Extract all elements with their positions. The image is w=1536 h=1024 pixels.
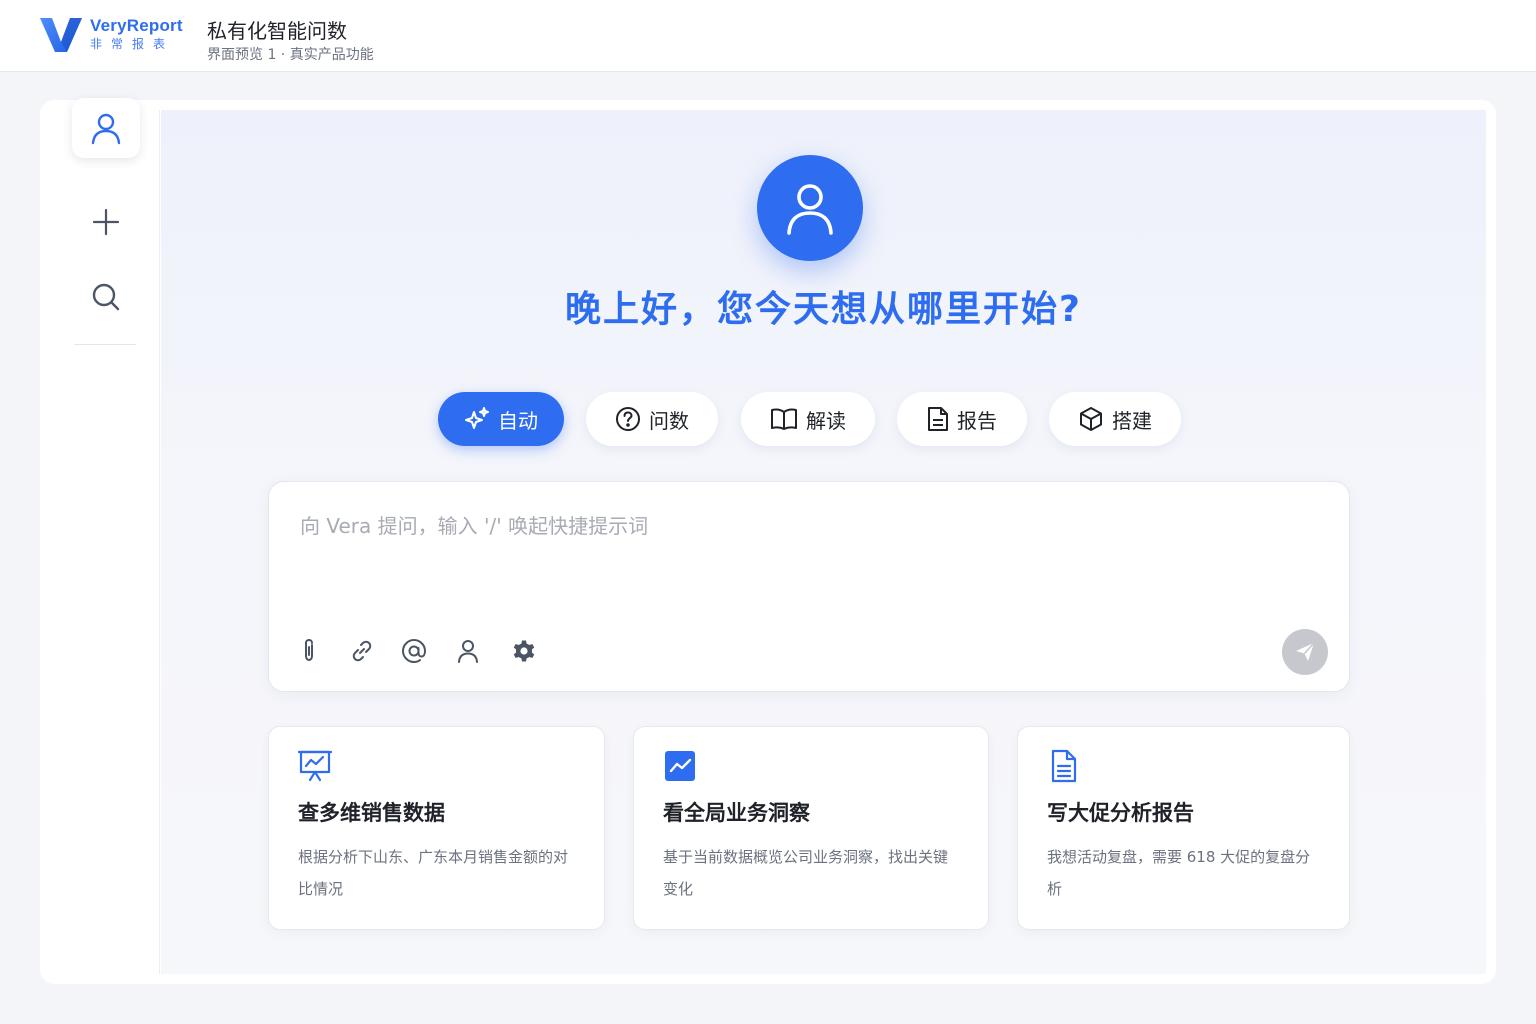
link-icon: [352, 640, 372, 662]
book-icon: [771, 408, 797, 430]
mode-label: 问数: [649, 408, 689, 433]
page-subtitle: 界面预览 1 · 真实产品功能: [207, 47, 374, 63]
sidebar-divider: [74, 344, 136, 345]
attach-button[interactable]: [294, 636, 324, 666]
mode-report[interactable]: 报告: [897, 392, 1027, 446]
report-document-icon: [1051, 749, 1077, 783]
suggestion-card[interactable]: 查多维销售数据 根据分析下山东、广东本月销售金额的对比情况: [268, 726, 605, 930]
page-title: 私有化智能问数: [207, 19, 347, 43]
settings-button[interactable]: [509, 636, 539, 666]
trend-chart-icon: [665, 751, 695, 781]
assistant-avatar: [757, 155, 863, 261]
send-icon: [1296, 642, 1315, 661]
mode-build[interactable]: 搭建: [1049, 392, 1181, 446]
card-description: 基于当前数据概览公司业务洞察，找出关键变化: [663, 848, 949, 898]
search-icon: [92, 283, 120, 311]
suggestion-card[interactable]: 看全局业务洞察 基于当前数据概览公司业务洞察，找出关键变化: [633, 726, 989, 930]
at-icon: [401, 638, 427, 664]
main-content: 晚上好，您今天想从哪里开始? 自动 问数 解读 报告 搭建 向 Vera 提问，…: [161, 110, 1486, 974]
prompt-input[interactable]: [298, 508, 1298, 598]
veryreport-logo: [40, 18, 82, 52]
link-button[interactable]: [347, 636, 377, 666]
user-icon: [458, 640, 478, 663]
cube-icon: [1080, 407, 1102, 431]
app-frame: 晚上好，您今天想从哪里开始? 自动 问数 解读 报告 搭建 向 Vera 提问，…: [40, 98, 1496, 984]
mode-label: 搭建: [1112, 408, 1152, 433]
presentation-chart-icon: [298, 750, 332, 782]
mode-auto[interactable]: 自动: [438, 392, 564, 446]
question-circle-icon: [616, 407, 640, 431]
chat-composer: [268, 481, 1350, 692]
attachment-icon: [305, 638, 313, 662]
card-description: 我想活动复盘，需要 618 大促的复盘分析: [1047, 848, 1311, 898]
sidebar: [50, 98, 160, 974]
sidebar-item-search[interactable]: [72, 267, 140, 327]
sidebar-item-new[interactable]: [72, 192, 140, 252]
greeting-heading: 晚上好，您今天想从哪里开始?: [565, 289, 1082, 330]
card-title: 写大促分析报告: [1047, 801, 1194, 825]
card-title: 看全局业务洞察: [663, 801, 810, 825]
mode-query[interactable]: 问数: [586, 392, 718, 446]
settings-icon: [513, 640, 535, 662]
card-description: 根据分析下山东、广东本月销售金额的对比情况: [298, 848, 569, 898]
top-header: VeryReport 非常报表 私有化智能问数 界面预览 1 · 真实产品功能: [0, 0, 1536, 72]
mode-label: 自动: [498, 408, 538, 433]
sparkle-icon: [465, 407, 489, 429]
plus-icon: [92, 208, 120, 236]
suggestion-card[interactable]: 写大促分析报告 我想活动复盘，需要 618 大促的复盘分析: [1017, 726, 1350, 930]
user-icon: [91, 113, 121, 145]
brand-text: VeryReport 非常报表: [90, 16, 190, 52]
mode-label: 解读: [806, 408, 846, 433]
send-button[interactable]: [1282, 629, 1328, 675]
sidebar-item-profile[interactable]: [72, 98, 140, 158]
user-icon: [787, 184, 833, 235]
brand-name: VeryReport: [90, 16, 183, 35]
user-select-button[interactable]: [453, 636, 483, 666]
mode-interpret[interactable]: 解读: [741, 392, 875, 446]
brand-subtitle: 非常报表: [90, 37, 175, 51]
mode-label: 报告: [957, 408, 997, 433]
mention-button[interactable]: [399, 636, 429, 666]
card-title: 查多维销售数据: [298, 801, 445, 825]
document-icon: [928, 407, 948, 431]
